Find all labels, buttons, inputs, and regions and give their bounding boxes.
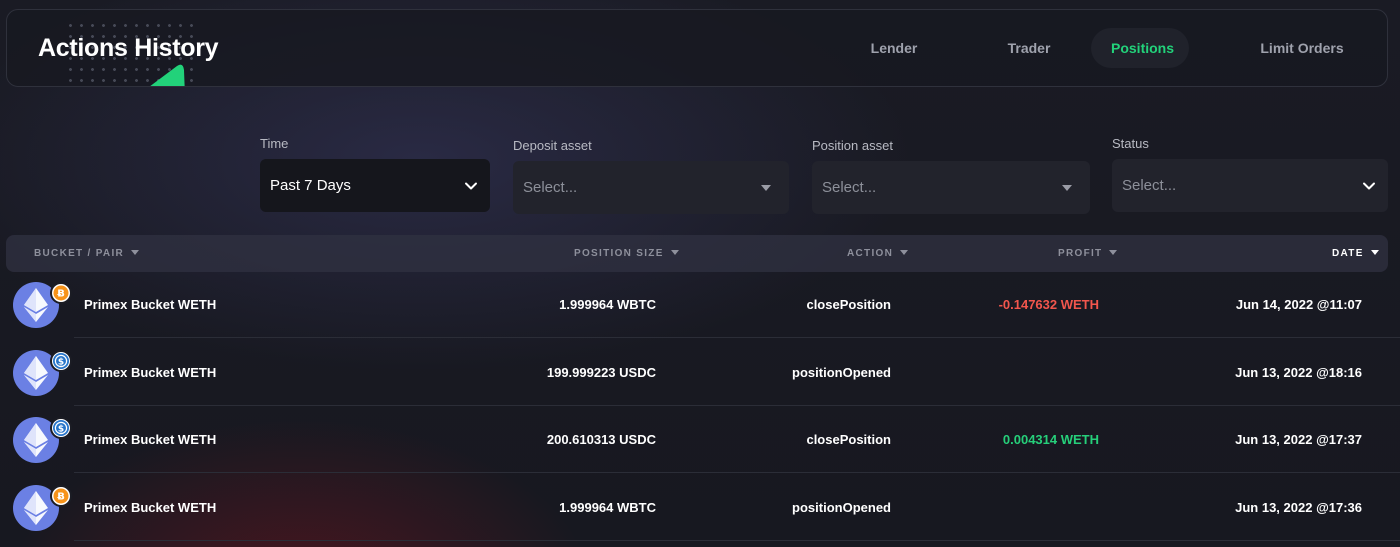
status-select[interactable]: Select... — [1112, 159, 1388, 212]
sort-caret-icon — [1370, 250, 1379, 255]
column-header-bucket[interactable]: BUCKET / PAIR — [34, 235, 140, 272]
date-value: Jun 14, 2022 @11:07 — [1235, 297, 1362, 312]
time-filter-label: Time — [260, 136, 289, 151]
deposit-asset-label: Deposit asset — [513, 138, 592, 153]
status-placeholder: Select... — [1122, 177, 1177, 194]
date-value: Jun 13, 2022 @18:16 — [1235, 364, 1362, 380]
position-asset-placeholder: Select... — [822, 179, 877, 196]
svg-text:Ƀ: Ƀ — [57, 491, 65, 502]
svg-text:Ƀ: Ƀ — [57, 289, 65, 300]
caret-down-icon — [1062, 185, 1072, 191]
deposit-asset-filter: Deposit asset Select... — [513, 138, 789, 214]
column-header-position-size[interactable]: POSITION SIZE — [574, 235, 679, 272]
date-value: Jun 13, 2022 @17:37 — [1235, 432, 1362, 447]
bucket-name: Primex Bucket WETH — [84, 432, 217, 447]
position-size: 1.999964 WBTC — [559, 297, 656, 312]
sort-caret-icon — [900, 250, 909, 255]
sort-caret-icon — [670, 250, 679, 255]
action-type: closePosition — [806, 432, 891, 447]
profit-value — [920, 339, 1099, 406]
bitcoin-icon: Ƀ — [50, 484, 72, 507]
action-type: closePosition — [806, 297, 891, 312]
bucket-name: Primex Bucket WETH — [84, 297, 217, 312]
column-header-profit[interactable]: PROFIT — [1058, 235, 1118, 272]
position-size: 199.999223 USDC — [546, 364, 656, 380]
tab-trader[interactable]: Trader — [975, 28, 1083, 68]
bucket-name: Primex Bucket WETH — [84, 364, 217, 380]
column-header-date[interactable]: DATE — [1332, 235, 1379, 272]
action-type: positionOpened — [792, 364, 891, 380]
deposit-asset-placeholder: Select... — [523, 179, 578, 196]
tab-lender[interactable]: Lender — [840, 28, 948, 68]
page-title: Actions History — [38, 34, 219, 62]
chevron-down-icon — [465, 182, 477, 190]
table-row[interactable]: $ Primex Bucket WETH 200.610313 USDC clo… — [0, 406, 1400, 473]
table-header: BUCKET / PAIR POSITION SIZE ACTION PROFI… — [6, 235, 1388, 272]
time-filter: Time Past 7 Days — [260, 136, 490, 212]
sort-caret-icon — [131, 250, 140, 255]
position-size: 1.999964 WBTC — [559, 499, 656, 515]
usdc-icon: $ — [50, 349, 72, 372]
green-triangle-decoration — [150, 64, 185, 86]
tab-limit-orders[interactable]: Limit Orders — [1237, 28, 1367, 68]
svg-text:$: $ — [58, 357, 64, 367]
position-asset-label: Position asset — [812, 138, 893, 153]
row-divider — [74, 539, 1400, 541]
sort-caret-icon — [1109, 250, 1118, 255]
position-asset-select[interactable]: Select... — [812, 161, 1090, 214]
caret-down-icon — [761, 185, 771, 191]
profit-value: -0.147632 WETH — [998, 297, 1099, 312]
date-value: Jun 13, 2022 @17:36 — [1235, 499, 1362, 515]
action-type: positionOpened — [792, 499, 891, 515]
profit-value: 0.004314 WETH — [1002, 432, 1099, 447]
status-filter: Status Select... — [1112, 136, 1388, 212]
table-row[interactable]: Ƀ Primex Bucket WETH 1.999964 WBTC close… — [0, 271, 1400, 338]
header-bar: Actions History Lender Trader Positions … — [6, 9, 1388, 87]
chevron-down-icon — [1363, 182, 1375, 190]
time-select[interactable]: Past 7 Days — [260, 159, 490, 212]
profit-value — [920, 474, 1099, 541]
svg-text:$: $ — [58, 424, 64, 434]
status-label: Status — [1112, 136, 1149, 151]
bitcoin-icon: Ƀ — [50, 282, 72, 304]
bucket-name: Primex Bucket WETH — [84, 499, 217, 515]
position-size: 200.610313 USDC — [546, 432, 656, 447]
position-asset-filter: Position asset Select... — [812, 138, 1090, 214]
table-row[interactable]: $ Primex Bucket WETH 199.999223 USDC pos… — [0, 339, 1400, 406]
time-select-value: Past 7 Days — [270, 177, 351, 194]
tab-positions[interactable]: Positions — [1091, 28, 1189, 68]
deposit-asset-select[interactable]: Select... — [513, 161, 789, 214]
column-header-action[interactable]: ACTION — [847, 235, 909, 272]
usdc-icon: $ — [50, 417, 72, 439]
table-row[interactable]: Ƀ Primex Bucket WETH 1.999964 WBTC posit… — [0, 474, 1400, 541]
